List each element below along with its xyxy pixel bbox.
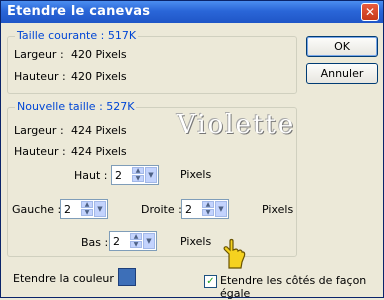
fill-color-swatch[interactable] [118, 268, 136, 286]
checkmark-icon: ✓ [206, 276, 215, 287]
new-height-value: 424 Pixels [71, 145, 127, 158]
arrow-down-icon[interactable]: ▼ [130, 241, 142, 248]
expand-sides-checkbox[interactable]: ✓ [204, 275, 217, 288]
right-updown: ▲ ▼ [202, 201, 214, 217]
right-unit: Pixels [262, 203, 294, 216]
close-button[interactable]: ✕ [361, 3, 379, 21]
arrow-up-icon[interactable]: ▲ [132, 167, 144, 174]
title-bar[interactable]: Etendre le canevas ✕ [1, 1, 383, 23]
current-width-value: 420 Pixels [71, 48, 127, 61]
new-width-value: 424 Pixels [71, 124, 127, 137]
right-value[interactable]: 2 [185, 203, 192, 216]
top-unit: Pixels [180, 168, 212, 181]
bottom-unit: Pixels [180, 235, 212, 248]
cancel-button[interactable]: Annuler [306, 63, 378, 84]
arrow-up-icon[interactable]: ▲ [130, 233, 142, 240]
new-size-legend: Nouvelle taille : 527K [15, 100, 137, 113]
close-icon: ✕ [364, 5, 376, 19]
arrow-down-icon[interactable]: ▼ [202, 209, 214, 216]
watermark-text: Violette [177, 110, 296, 140]
arrow-up-icon[interactable]: ▲ [202, 201, 214, 208]
left-label: Gauche : [12, 203, 62, 216]
left-updown: ▲ ▼ [81, 201, 93, 217]
expand-sides-label[interactable]: Etendre les côtés de façon égale [220, 274, 383, 300]
current-width-label: Largeur : [14, 48, 64, 61]
bottom-value[interactable]: 2 [113, 235, 120, 248]
current-size-legend: Taille courante : 517K [15, 29, 139, 42]
canvas-size-dialog: Etendre le canevas ✕ Taille courante : 5… [0, 0, 384, 300]
fill-color-label: Etendre la couleur : [13, 272, 122, 285]
bottom-updown: ▲ ▼ [130, 233, 142, 249]
bottom-label: Bas : [81, 236, 109, 249]
top-updown: ▲ ▼ [132, 167, 144, 183]
bottom-spinner[interactable]: 2 ▲ ▼ ▼ [109, 231, 157, 251]
new-height-label: Hauteur : [14, 145, 66, 158]
ok-button[interactable]: OK [306, 36, 378, 57]
left-spinner[interactable]: 2 ▲ ▼ ▼ [60, 199, 108, 219]
top-spinner[interactable]: 2 ▲ ▼ ▼ [111, 165, 159, 185]
arrow-up-icon[interactable]: ▲ [81, 201, 93, 208]
chevron-down-icon[interactable]: ▼ [143, 233, 155, 249]
current-height-label: Hauteur : [14, 70, 66, 83]
arrow-down-icon[interactable]: ▼ [81, 209, 93, 216]
current-size-group: Taille courante : 517K Largeur : 420 Pix… [7, 29, 297, 94]
pointing-hand-icon [223, 238, 246, 269]
top-value[interactable]: 2 [115, 169, 122, 182]
current-height-value: 420 Pixels [71, 70, 127, 83]
chevron-down-icon[interactable]: ▼ [94, 201, 106, 217]
new-width-label: Largeur : [14, 124, 64, 137]
right-spinner[interactable]: 2 ▲ ▼ ▼ [181, 199, 229, 219]
chevron-down-icon[interactable]: ▼ [215, 201, 227, 217]
arrow-down-icon[interactable]: ▼ [132, 175, 144, 182]
dialog-title: Etendre le canevas [7, 4, 151, 19]
right-label: Droite : [141, 203, 182, 216]
left-value[interactable]: 2 [64, 203, 71, 216]
top-label: Haut : [74, 169, 108, 182]
chevron-down-icon[interactable]: ▼ [145, 167, 157, 183]
